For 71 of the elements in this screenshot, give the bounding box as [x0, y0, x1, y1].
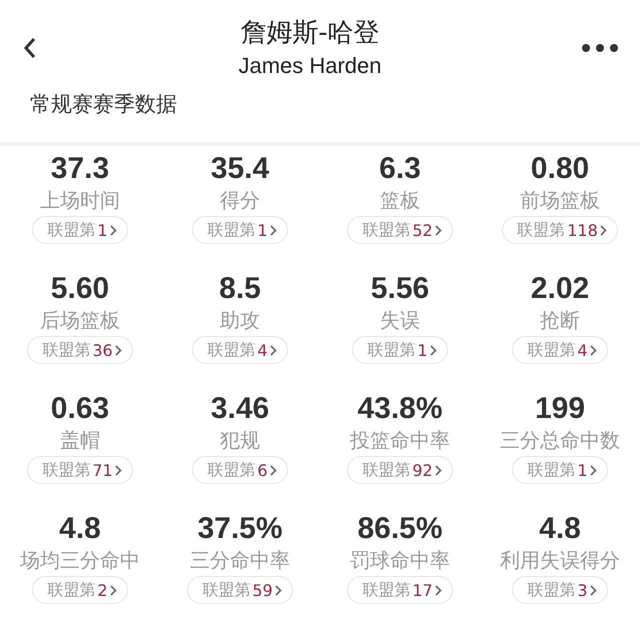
stat-label: 利用失误得分	[500, 547, 620, 574]
stat-value: 43.8%	[357, 392, 443, 426]
stat-value: 6.3	[379, 152, 421, 186]
stat-value: 86.5%	[357, 512, 443, 546]
stat-label: 罚球命中率	[350, 547, 450, 574]
league-rank-button[interactable]: 联盟第 36	[27, 336, 133, 364]
player-name: 詹姆斯-哈登	[240, 17, 380, 49]
chevron-right-icon	[114, 464, 122, 476]
stat-label: 投篮命中率	[350, 427, 450, 454]
more-icon	[581, 43, 619, 53]
league-rank-button[interactable]: 联盟第4	[512, 336, 608, 364]
chevron-right-icon	[114, 344, 122, 356]
stat-label: 犯规	[220, 427, 260, 454]
league-rank-button[interactable]: 联盟第 1	[512, 456, 608, 484]
chevron-right-icon	[590, 344, 597, 356]
stat-value: 8.5	[219, 272, 261, 306]
back-icon	[23, 37, 37, 59]
stat-label: 三分总命中数	[500, 427, 620, 454]
stat-value: 37.5%	[197, 512, 283, 546]
league-rank-button[interactable]: 联盟第 2	[32, 576, 128, 604]
stat-value: 5.56	[370, 272, 430, 306]
chevron-right-icon	[270, 344, 277, 356]
stat-label: 得分	[220, 187, 260, 214]
chevron-right-icon	[110, 584, 117, 596]
stat-label: 篮板	[380, 187, 420, 214]
league-rank-button[interactable]: 联盟第 1	[192, 216, 288, 244]
chevron-right-icon	[434, 584, 442, 596]
league-rank-button[interactable]: 联盟第 1	[32, 216, 128, 244]
stat-value: 35.4	[210, 152, 270, 186]
league-rank-button[interactable]: 联盟第92	[347, 456, 453, 484]
stat-value: 4.8	[539, 512, 581, 546]
league-rank-button[interactable]: 联盟第 6	[192, 456, 288, 484]
section-title: 常规赛赛季数据	[30, 92, 177, 116]
player-name-english: James Harden	[238, 53, 382, 79]
back-button[interactable]	[23, 37, 37, 59]
chevron-right-icon	[274, 584, 282, 596]
stat-value: 4.8	[59, 512, 101, 546]
chevron-right-icon	[590, 584, 597, 596]
stat-label: 抢断	[540, 307, 580, 334]
stat-value: 199	[534, 392, 586, 426]
stat-label: 盖帽	[60, 427, 100, 454]
chevron-right-icon	[434, 464, 442, 476]
stat-value: 0.63	[50, 392, 110, 426]
league-rank-button[interactable]: 联盟第4	[192, 336, 288, 364]
league-rank-button[interactable]: 联盟第 118	[502, 216, 618, 244]
chevron-right-icon	[600, 224, 607, 236]
league-rank-button[interactable]: 联盟第 59	[187, 576, 293, 604]
stat-label: 场均三分命中	[20, 547, 140, 574]
chevron-right-icon	[590, 464, 597, 476]
chevron-right-icon	[430, 344, 437, 356]
stat-label: 前场篮板	[520, 187, 600, 214]
stat-label: 失误	[380, 307, 420, 334]
chevron-right-icon	[110, 224, 117, 236]
league-rank-button[interactable]: 联盟第 71	[27, 456, 133, 484]
stat-value: 5.60	[50, 272, 110, 306]
stat-label: 三分命中率	[190, 547, 290, 574]
stat-value: 3.46	[210, 392, 270, 426]
league-rank-button[interactable]: 联盟第 1	[352, 336, 448, 364]
league-rank-button[interactable]: 联盟第 3	[512, 576, 608, 604]
chevron-right-icon	[270, 224, 277, 236]
stat-label: 后场篮板	[40, 307, 120, 334]
stat-label: 助攻	[220, 307, 260, 334]
stat-value: 2.02	[530, 272, 590, 306]
stat-label: 上场时间	[40, 187, 120, 214]
stat-value: 37.3	[50, 152, 110, 186]
league-rank-button[interactable]: 联盟第 52	[347, 216, 453, 244]
chevron-right-icon	[270, 464, 277, 476]
more-button[interactable]	[581, 43, 619, 53]
stat-value: 0.80	[530, 152, 590, 186]
chevron-right-icon	[434, 224, 442, 236]
league-rank-button[interactable]: 联盟第 17	[347, 576, 453, 604]
